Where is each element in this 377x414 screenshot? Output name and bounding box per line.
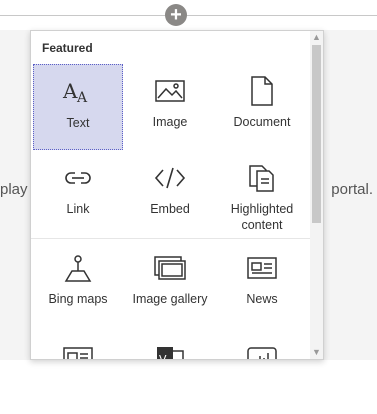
webpart-visio[interactable]: V xyxy=(125,331,215,360)
svg-text:A: A xyxy=(76,90,88,106)
scroll-up-icon[interactable]: ▲ xyxy=(310,31,323,44)
link-icon xyxy=(61,163,95,193)
highlighted-content-icon xyxy=(245,163,279,193)
webpart-label: Embed xyxy=(150,202,190,216)
background-text-right: portal. xyxy=(331,181,373,198)
section-title: Featured xyxy=(42,41,93,55)
webpart-chart[interactable] xyxy=(217,331,307,359)
webpart-label: Link xyxy=(66,202,90,216)
plus-icon: + xyxy=(170,4,182,26)
webpart-image[interactable]: Image xyxy=(125,64,215,150)
news-icon xyxy=(245,253,279,283)
background-text-left: play xyxy=(0,181,28,198)
visio-icon: V xyxy=(153,343,187,360)
webpart-news[interactable]: News xyxy=(217,241,307,327)
webpart-news-reel[interactable] xyxy=(33,331,123,359)
picker-scrollbar[interactable]: ▲ ▼ xyxy=(310,31,323,359)
map-icon xyxy=(61,253,95,283)
image-gallery-icon xyxy=(153,253,187,283)
add-webpart-button[interactable]: + xyxy=(165,4,187,26)
image-icon xyxy=(153,76,187,106)
webpart-label: News xyxy=(246,292,278,306)
scroll-thumb[interactable] xyxy=(312,45,321,223)
webpart-link[interactable]: Link xyxy=(33,151,123,237)
webpart-picker-panel: Featured AA Text Image Document Link Emb… xyxy=(30,30,324,360)
document-icon xyxy=(245,76,279,106)
webpart-label: Highlighted content xyxy=(230,202,294,232)
webpart-label: Document xyxy=(233,115,291,129)
webpart-label: Image xyxy=(152,115,188,129)
webpart-highlighted-content[interactable]: Highlighted content xyxy=(217,151,307,237)
webpart-document[interactable]: Document xyxy=(217,64,307,150)
webpart-bing-maps[interactable]: Bing maps xyxy=(33,241,123,327)
svg-text:V: V xyxy=(159,353,167,360)
section-divider xyxy=(0,15,377,16)
scroll-down-icon[interactable]: ▼ xyxy=(310,346,323,359)
chart-icon xyxy=(245,343,279,359)
webpart-text[interactable]: AA Text xyxy=(33,64,123,150)
text-icon: AA xyxy=(61,77,95,107)
webpart-embed[interactable]: Embed xyxy=(125,151,215,237)
webpart-label: Bing maps xyxy=(48,292,108,306)
webpart-label: Text xyxy=(66,116,90,130)
webpart-label: Image gallery xyxy=(132,292,208,306)
news-reel-icon xyxy=(61,343,95,359)
svg-text:A: A xyxy=(62,79,78,103)
webpart-image-gallery[interactable]: Image gallery xyxy=(125,241,215,327)
row-divider xyxy=(31,238,311,239)
embed-icon xyxy=(153,163,187,193)
